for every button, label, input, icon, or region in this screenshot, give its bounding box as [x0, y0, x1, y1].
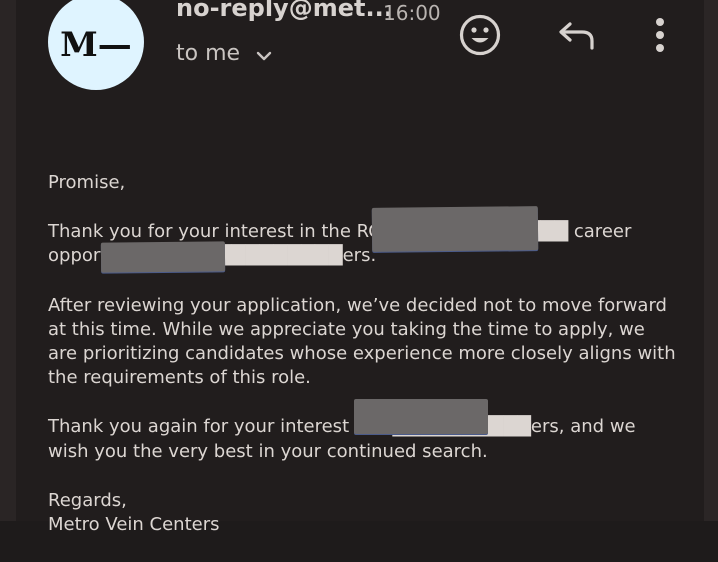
more-vertical-icon	[656, 18, 664, 52]
more-options-button[interactable]	[640, 13, 680, 57]
redaction-block	[354, 399, 488, 434]
recipient-label: to me	[176, 40, 241, 66]
email-view: M— no-reply@met... 16:00 to me Promise,	[0, 0, 718, 535]
add-reaction-button[interactable]	[458, 13, 502, 57]
message-time: 16:00	[383, 1, 441, 25]
message-signoff: Regards,	[48, 489, 127, 511]
reply-button[interactable]	[554, 15, 598, 55]
message-paragraph-2: After reviewing your application, we’ve …	[48, 294, 676, 389]
sender-address[interactable]: no-reply@met...	[176, 0, 393, 22]
reply-icon	[559, 22, 594, 50]
avatar[interactable]: M—	[48, 0, 144, 90]
message-signature: Metro Vein Centers	[48, 514, 220, 536]
avatar-initials: M—	[60, 25, 132, 65]
message-body: Promise, Thank you for your interest in …	[48, 171, 678, 562]
redaction-block	[100, 241, 226, 273]
redaction-block	[371, 206, 539, 252]
left-edge	[0, 0, 16, 521]
smiley-face-icon	[459, 14, 501, 56]
right-edge	[704, 0, 718, 521]
message-greeting: Promise,	[48, 172, 126, 193]
chevron-down-icon	[256, 51, 272, 61]
recipient-toggle[interactable]: to me	[176, 40, 274, 66]
